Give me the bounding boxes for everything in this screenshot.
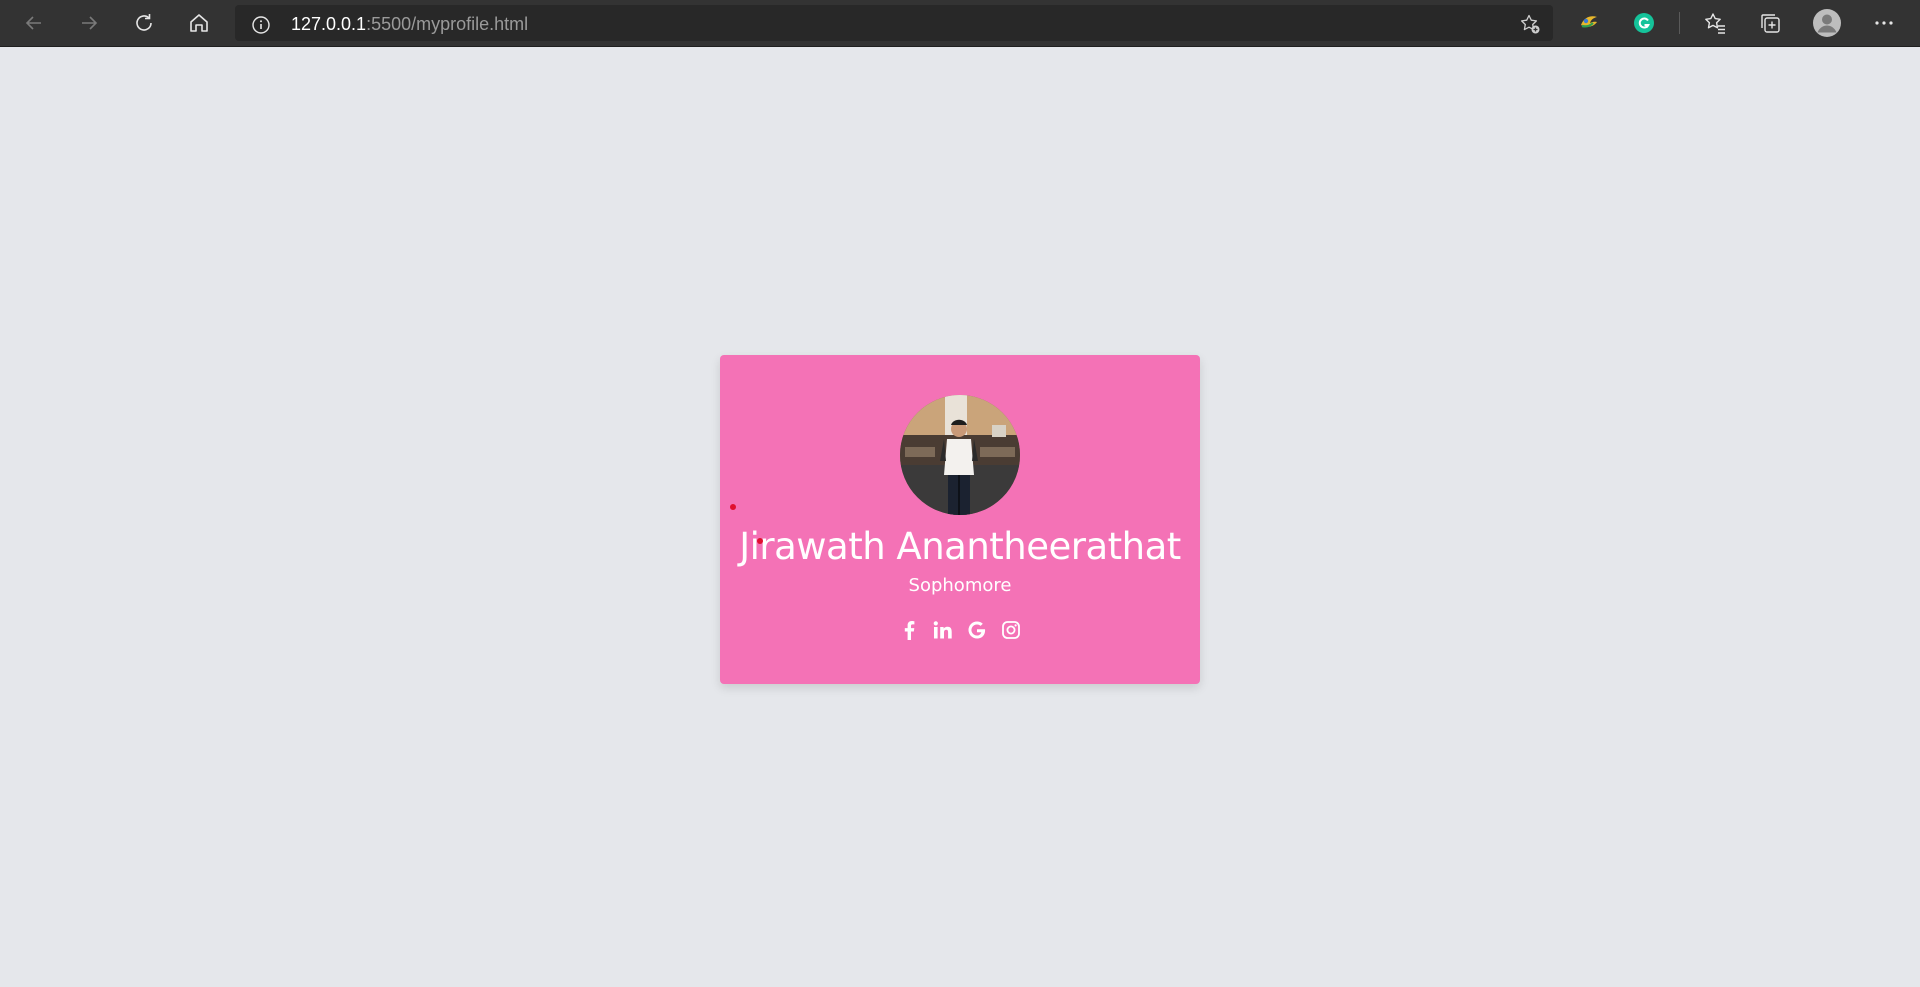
back-icon[interactable] xyxy=(17,7,51,39)
collections-icon[interactable] xyxy=(1753,7,1787,39)
more-icon[interactable] xyxy=(1867,7,1901,39)
forward-icon[interactable] xyxy=(72,7,106,39)
marker-dot xyxy=(757,538,763,544)
address-bar[interactable]: 127.0.0.1:5500/myprofile.html xyxy=(235,5,1553,41)
url-path: :5500/myprofile.html xyxy=(366,14,529,34)
avatar xyxy=(900,395,1020,515)
facebook-icon[interactable] xyxy=(898,619,920,641)
browser-toolbar: 127.0.0.1:5500/myprofile.html xyxy=(0,0,1920,47)
toolbar-divider xyxy=(1679,12,1680,34)
linkedin-icon[interactable] xyxy=(932,619,954,641)
extension-icon[interactable] xyxy=(1572,7,1606,39)
url-host: 127.0.0.1 xyxy=(291,14,367,34)
home-icon[interactable] xyxy=(182,7,216,39)
social-links xyxy=(720,619,1200,643)
add-favorite-icon[interactable] xyxy=(1519,13,1541,39)
profile-name: Jirawath Anantheerathat xyxy=(739,525,1181,568)
instagram-icon[interactable] xyxy=(1000,619,1022,641)
profile-card: Jirawath Anantheerathat Sophomore xyxy=(720,355,1200,684)
site-info-icon[interactable] xyxy=(251,15,271,39)
url-text[interactable]: 127.0.0.1:5500/myprofile.html xyxy=(291,14,528,35)
favorites-icon[interactable] xyxy=(1698,7,1732,39)
google-icon[interactable] xyxy=(966,619,988,641)
profile-role: Sophomore xyxy=(908,575,1012,596)
marker-dot xyxy=(730,504,736,510)
grammarly-icon[interactable] xyxy=(1627,7,1661,39)
refresh-icon[interactable] xyxy=(127,7,161,39)
profile-icon[interactable] xyxy=(1810,7,1844,39)
